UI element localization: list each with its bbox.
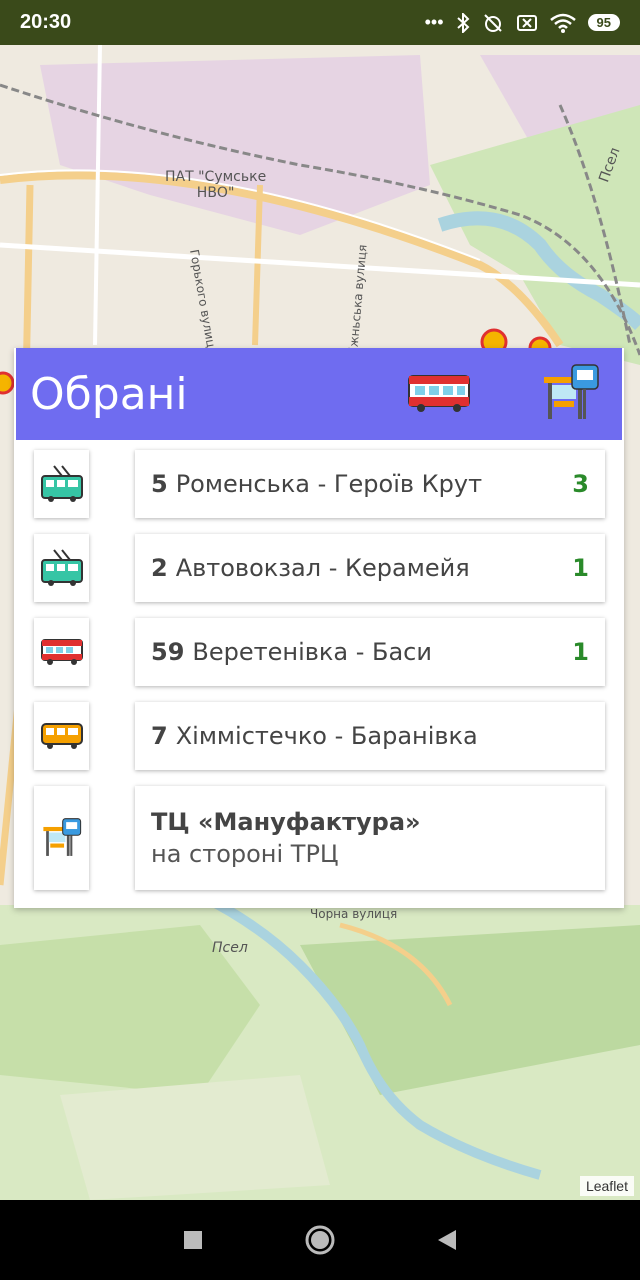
bluetooth-icon <box>456 12 469 33</box>
route-name: Веретенівка - Баси <box>192 638 432 666</box>
stop-type-box <box>34 786 89 890</box>
show-routes-button[interactable] <box>404 362 474 424</box>
trolleybus-icon <box>40 549 83 586</box>
bus-stop-icon <box>544 364 599 419</box>
status-bar: 20:30 ••• 95 <box>0 0 640 45</box>
battery-indicator: 95 <box>587 14 620 31</box>
list-item[interactable]: 2 Автовокзал - Керамейя 1 <box>14 534 624 602</box>
stop-side: на стороні ТРЦ <box>151 840 339 868</box>
list-item[interactable]: 5 Роменська - Героїв Крут 3 <box>14 450 624 518</box>
route-name: Роменська - Героїв Крут <box>175 470 483 498</box>
home-button[interactable] <box>304 1224 336 1256</box>
route-card[interactable]: 2 Автовокзал - Керамейя 1 <box>135 534 605 602</box>
map-attribution[interactable]: Leaflet <box>579 1176 634 1196</box>
route-card[interactable]: 7 Хіммістечко - Баранівка <box>135 702 605 770</box>
wifi-icon <box>549 13 576 33</box>
favorites-title: Обрані <box>30 368 188 420</box>
route-count: 1 <box>572 638 589 666</box>
route-type-box <box>34 534 89 602</box>
route-number: 2 <box>151 554 168 582</box>
recents-button[interactable] <box>182 1229 204 1251</box>
stop-name: ТЦ «Мануфактура» <box>151 808 421 836</box>
route-type-box <box>34 702 89 770</box>
minibus-icon <box>40 723 83 749</box>
map-label-street-bottom: Чорна вулиця <box>310 907 398 921</box>
show-stops-button[interactable] <box>536 362 606 424</box>
favorites-panel: Обрані 5 Роменська - Героїв Крут 3 2 Авт… <box>14 348 624 908</box>
route-type-box <box>34 618 89 686</box>
route-name: Автовокзал - Керамейя <box>175 554 470 582</box>
trolleybus-icon <box>40 465 83 502</box>
stop-card[interactable]: ТЦ «Мануфактура» на стороні ТРЦ <box>135 786 605 890</box>
list-item[interactable]: ТЦ «Мануфактура» на стороні ТРЦ <box>14 786 624 890</box>
status-time: 20:30 <box>20 11 72 33</box>
route-type-box <box>34 450 89 518</box>
route-number: 7 <box>151 722 168 750</box>
favorites-header: Обрані <box>16 348 622 440</box>
list-item[interactable]: 59 Веретенівка - Баси 1 <box>14 618 624 686</box>
bus-icon <box>408 375 470 412</box>
route-card[interactable]: 5 Роменська - Героїв Крут 3 <box>135 450 605 518</box>
map-label-plant: ПАТ "Сумське НВО" <box>165 169 267 201</box>
status-icons: ••• 95 <box>425 12 620 34</box>
route-name: Хіммістечко - Баранівка <box>175 722 478 750</box>
route-number: 5 <box>151 470 168 498</box>
route-number: 59 <box>151 638 185 666</box>
route-count: 1 <box>572 554 589 582</box>
route-card[interactable]: 59 Веретенівка - Баси 1 <box>135 618 605 686</box>
more-dots-icon: ••• <box>424 12 444 32</box>
map-label-river-bottom: Псел <box>212 940 248 956</box>
bus-icon <box>40 639 83 665</box>
sim-off-icon <box>516 14 537 31</box>
route-count: 3 <box>572 470 589 498</box>
system-nav-bar <box>0 1200 640 1280</box>
alarm-off-icon <box>483 13 502 32</box>
list-item[interactable]: 7 Хіммістечко - Баранівка <box>14 702 624 770</box>
back-button[interactable] <box>436 1228 458 1252</box>
bus-stop-icon <box>42 818 81 856</box>
